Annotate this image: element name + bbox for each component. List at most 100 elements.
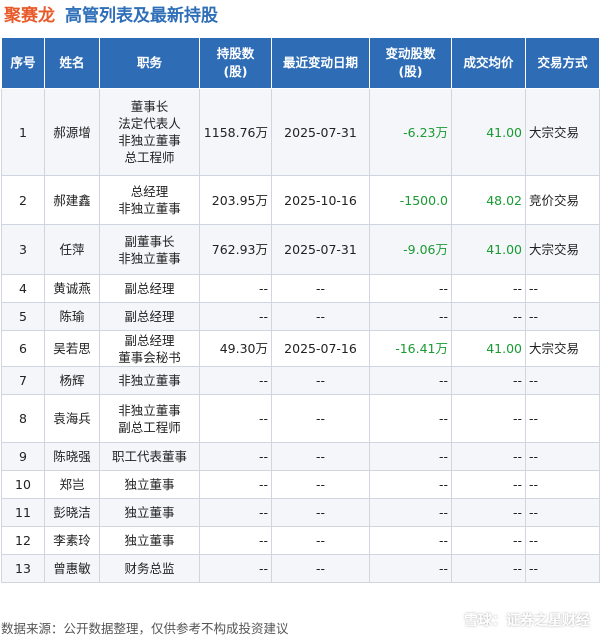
shares-held: -- (199, 366, 272, 395)
page-title: 聚赛龙 高管列表及最新持股 (4, 2, 218, 30)
shares-held: 203.95万 (199, 175, 272, 225)
avg-price: 41.00 (451, 88, 526, 176)
executive-name: 黄诚燕 (44, 274, 100, 303)
last-change-date: -- (271, 442, 370, 471)
position-label: 副总经理 (124, 309, 175, 324)
executive-name: 李素玲 (44, 526, 100, 555)
position-cell: 财务总监 (99, 554, 200, 583)
column-header: 变动股数 (股) (369, 37, 452, 89)
share-change: -9.06万 (369, 224, 452, 275)
row-number: 13 (1, 554, 45, 583)
position-cell: 非独立董事 (99, 366, 200, 395)
share-change: -- (369, 470, 452, 499)
brand-watermark: 雪球：证券之星财经 (440, 610, 590, 630)
table-header-row: 序号 姓名 职务 持股数 (股) 最近变动日期 变动股数 (股) 成交均价 交易方式 (1, 37, 600, 89)
position-label: 非独立董事 (118, 250, 181, 266)
share-change: -- (369, 442, 452, 471)
last-change-date: -- (271, 366, 370, 395)
position-label: 非独立董事 (118, 373, 181, 388)
shares-held: -- (199, 394, 272, 443)
position-label: 独立董事 (124, 505, 175, 520)
trade-method: -- (525, 302, 600, 331)
last-change-date: -- (271, 498, 370, 527)
avg-price: -- (451, 442, 526, 471)
avg-price: 41.00 (451, 330, 526, 367)
share-change: -- (369, 274, 452, 303)
executive-name: 陈晓强 (44, 442, 100, 471)
shares-held: 49.30万 (199, 330, 272, 367)
last-change-date: -- (271, 274, 370, 303)
row-number: 7 (1, 366, 45, 395)
position-label: 财务总监 (124, 561, 175, 576)
row-number: 1 (1, 88, 45, 176)
row-number: 6 (1, 330, 45, 367)
share-change: -16.41万 (369, 330, 452, 367)
table-row: 2 郝建鑫 总经理 非独立董事 203.95万 2025-10-16 -1500.0 48.0… (1, 175, 600, 225)
trade-method: -- (525, 526, 600, 555)
shares-held: -- (199, 470, 272, 499)
row-number: 8 (1, 394, 45, 443)
executive-name: 郝建鑫 (44, 175, 100, 225)
shares-held: 762.93万 (199, 224, 272, 275)
position-label: 副董事长 (124, 233, 175, 249)
avg-price: -- (451, 498, 526, 527)
position-label: 职工代表董事 (111, 449, 187, 464)
column-header: 序号 (1, 37, 45, 89)
table-row: 1 郝源增 董事长 法定代表人 非独立董事 总工程师 1158.76万 2025-07-31-… (1, 88, 600, 176)
shares-held: -- (199, 442, 272, 471)
avg-price: -- (451, 554, 526, 583)
brand-text: 雪球：证券之星财经 (464, 613, 590, 629)
position-label: 总工程师 (124, 150, 175, 165)
avg-price: -- (451, 470, 526, 499)
position-label: 非独立董事 (118, 402, 181, 418)
position-cell: 副总经理 董事会秘书 (99, 330, 200, 367)
executive-name: 郑岂 (44, 470, 100, 499)
position-label: 副总经理 (124, 332, 175, 348)
trade-method: -- (525, 274, 600, 303)
executive-name: 杨辉 (44, 366, 100, 395)
last-change-date: 2025-07-31 (271, 88, 370, 176)
snowball-logo-icon (440, 610, 460, 630)
trade-method: 大宗交易 (525, 224, 600, 275)
row-number: 9 (1, 442, 45, 471)
table-row: 5 陈瑜 副总经理 -- -- -- -- -- (1, 302, 600, 331)
position-cell: 总经理 非独立董事 (99, 175, 200, 225)
avg-price: -- (451, 526, 526, 555)
column-header: 持股数 (股) (199, 37, 272, 89)
trade-method: 竞价交易 (525, 175, 600, 225)
company-name: 聚赛龙 (4, 6, 55, 26)
position-label: 非独立董事 (118, 201, 181, 216)
trade-method: -- (525, 554, 600, 583)
position-cell: 独立董事 (99, 526, 200, 555)
table-row: 4 黄诚燕 副总经理 -- -- -- -- -- (1, 274, 600, 303)
position-label: 法定代表人 (118, 116, 181, 131)
position-cell: 副总经理 (99, 274, 200, 303)
executive-name: 郝源增 (44, 88, 100, 176)
avg-price: -- (451, 302, 526, 331)
shares-held: -- (199, 498, 272, 527)
share-change: -1500.0 (369, 175, 452, 225)
executive-name: 彭晓洁 (44, 498, 100, 527)
avg-price: 41.00 (451, 224, 526, 275)
table-row: 8 袁海兵 非独立董事 副总工程师 -- -- -- -- -- (1, 394, 600, 443)
position-cell: 副董事长 非独立董事 (99, 224, 200, 275)
position-cell: 董事长法定代表人非独立董事总工程师 (99, 88, 200, 176)
position-cell: 非独立董事 副总工程师 (99, 394, 200, 443)
share-change: -- (369, 526, 452, 555)
trade-method: -- (525, 394, 600, 443)
executive-name: 袁海兵 (44, 394, 100, 443)
position-label: 非独立董事 (118, 133, 181, 148)
position-label: 副总经理 (124, 281, 175, 296)
position-label: 董事长 (130, 99, 169, 114)
column-header: 姓名 (44, 37, 100, 89)
avg-price: -- (451, 366, 526, 395)
executive-name: 曾惠敏 (44, 554, 100, 583)
trade-method: -- (525, 442, 600, 471)
column-header: 最近变动日期 (271, 37, 370, 89)
column-header: 交易方式 (525, 37, 600, 89)
position-cell: 独立董事 (99, 498, 200, 527)
position-label: 总经理 (130, 184, 169, 199)
column-header: 成交均价 (451, 37, 526, 89)
position-cell: 职工代表董事 (99, 442, 200, 471)
data-source-note: 数据来源：公开数据整理，仅供参考不构成投资建议 (1, 621, 289, 636)
